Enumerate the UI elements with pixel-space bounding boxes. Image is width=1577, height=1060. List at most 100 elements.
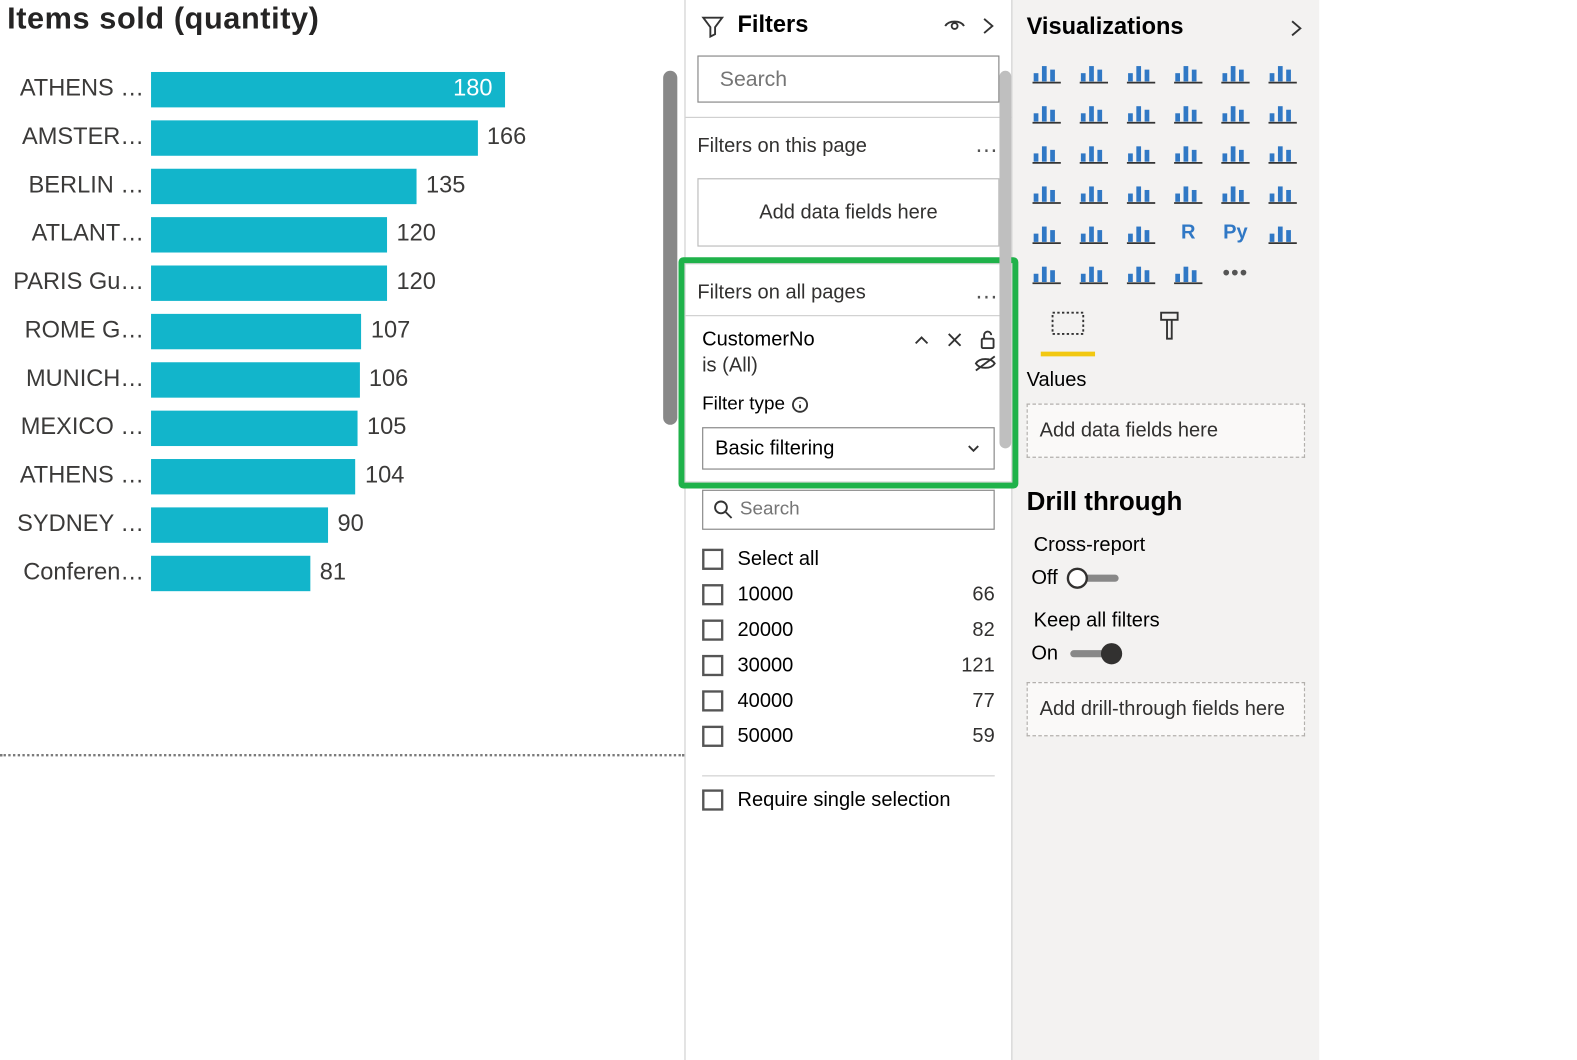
collapse-pane-icon[interactable]	[978, 14, 997, 38]
bar-fill[interactable]	[151, 71, 505, 106]
viz-r-icon[interactable]: R	[1168, 216, 1208, 249]
viz-py-icon[interactable]: Py	[1215, 216, 1255, 249]
filters-search[interactable]	[697, 55, 999, 102]
viz-decomposition-tree-icon[interactable]	[1027, 256, 1067, 289]
viz-line-icon[interactable]	[1027, 96, 1067, 129]
viz-funnel-icon[interactable]	[1074, 136, 1114, 169]
viz-stacked-bar-icon[interactable]	[1027, 55, 1067, 88]
viz-waterfall-icon[interactable]	[1027, 136, 1067, 169]
filter-value-label[interactable]: 10000	[737, 583, 958, 607]
bar-fill[interactable]	[151, 120, 477, 155]
bar-fill[interactable]	[151, 313, 361, 348]
viz-arcgis-icon[interactable]	[1168, 256, 1208, 289]
more-icon[interactable]: …	[975, 132, 1000, 159]
bar-value: 105	[367, 414, 406, 441]
bar-category: ATHENS …	[0, 76, 151, 103]
bar-category: ROME G…	[0, 317, 151, 344]
bar-fill[interactable]	[151, 265, 387, 300]
bar-fill[interactable]	[151, 458, 356, 493]
viz-treemap-icon[interactable]	[1263, 136, 1303, 169]
chevron-up-icon[interactable]	[912, 330, 931, 349]
info-icon[interactable]	[792, 396, 809, 413]
viz-slicer-icon[interactable]	[1027, 216, 1067, 249]
viz-clustered-column-icon[interactable]	[1168, 55, 1208, 88]
viz-stacked-column-icon[interactable]	[1074, 55, 1114, 88]
chart-title: Items sold (quantity)	[0, 0, 684, 44]
viz-scatter-icon[interactable]	[1121, 136, 1161, 169]
filter-value-label[interactable]: Select all	[737, 548, 980, 572]
clear-filter-icon[interactable]	[945, 330, 964, 349]
viz-area-icon[interactable]	[1074, 96, 1114, 129]
funnel-icon	[700, 12, 726, 38]
viz-pie-icon[interactable]	[1168, 136, 1208, 169]
chart-visual[interactable]: Items sold (quantity) ATHENS … 180 AMSTE…	[0, 0, 684, 873]
drill-through-dropzone[interactable]: Add drill-through fields here	[1027, 682, 1305, 736]
bar-fill[interactable]	[151, 507, 328, 542]
filters-scrollbar[interactable]	[999, 71, 1011, 449]
viz-ribbon-icon[interactable]	[1263, 96, 1303, 129]
keep-filters-toggle[interactable]	[1070, 650, 1120, 657]
fields-tab-icon	[1048, 308, 1088, 339]
viz-filled-map-icon[interactable]	[1074, 176, 1114, 209]
viz-matrix-icon[interactable]	[1121, 216, 1161, 249]
collapse-pane-icon[interactable]	[1286, 16, 1305, 40]
bar-fill[interactable]	[151, 362, 359, 397]
format-tab[interactable]	[1142, 308, 1196, 356]
require-single-checkbox[interactable]	[702, 789, 723, 810]
cross-report-toggle[interactable]	[1070, 575, 1120, 582]
filter-value-checkbox[interactable]	[702, 655, 723, 676]
viz-table-icon[interactable]	[1074, 216, 1114, 249]
viz-multi-row-card-icon[interactable]	[1215, 176, 1255, 209]
filter-value-checkbox[interactable]	[702, 690, 723, 711]
viz-key-influencers-icon[interactable]	[1263, 216, 1303, 249]
more-icon[interactable]: …	[975, 278, 1000, 305]
viz-card-icon[interactable]	[1168, 176, 1208, 209]
filter-card-customerno[interactable]: CustomerNo is (All) Filter type	[686, 315, 1012, 483]
lock-icon[interactable]	[978, 329, 997, 350]
filter-value-checkbox[interactable]	[702, 549, 723, 570]
keep-filters-label: Keep all filters	[1012, 602, 1319, 635]
filters-search-input[interactable]	[720, 67, 994, 92]
viz-more-icon[interactable]: •••	[1215, 256, 1255, 289]
viz-paginated-icon[interactable]	[1121, 256, 1161, 289]
filter-values-search[interactable]	[702, 490, 995, 530]
filter-value-count: 82	[972, 618, 994, 642]
bar-category: MUNICH…	[0, 366, 151, 393]
chart-scrollbar[interactable]	[663, 71, 677, 425]
bar-value: 135	[426, 172, 465, 199]
viz-donut-icon[interactable]	[1215, 136, 1255, 169]
bar-fill[interactable]	[151, 168, 417, 203]
viz-100-stacked-column-icon[interactable]	[1263, 55, 1303, 88]
filter-type-select[interactable]: Basic filtering	[702, 427, 995, 469]
viz-gauge-icon[interactable]	[1121, 176, 1161, 209]
bar-fill[interactable]	[151, 217, 387, 252]
bar-fill[interactable]	[151, 410, 357, 445]
viz-line-stacked-column-icon[interactable]	[1215, 96, 1255, 129]
viz-stacked-area-icon[interactable]	[1121, 96, 1161, 129]
bar-fill[interactable]	[151, 555, 310, 590]
filter-value-checkbox[interactable]	[702, 620, 723, 641]
filter-value-checkbox[interactable]	[702, 584, 723, 605]
viz-kpi-icon[interactable]	[1263, 176, 1303, 209]
filter-type-label: Filter type	[702, 394, 785, 415]
drill-through-title: Drill through	[1012, 470, 1319, 527]
page-filters-dropzone[interactable]: Add data fields here	[697, 178, 999, 246]
viz-clustered-bar-icon[interactable]	[1121, 55, 1161, 88]
filter-values-search-input[interactable]	[740, 499, 984, 520]
filter-value-label[interactable]: 20000	[737, 618, 958, 642]
hide-filter-icon[interactable]	[973, 354, 997, 373]
viz-qna-icon[interactable]	[1074, 256, 1114, 289]
fields-tab[interactable]	[1041, 308, 1095, 356]
format-tab-icon	[1154, 308, 1185, 343]
viz-100-stacked-bar-icon[interactable]	[1215, 55, 1255, 88]
filter-field-name: CustomerNo	[702, 328, 898, 352]
filter-value-label[interactable]: 30000	[737, 654, 947, 678]
filter-value-label[interactable]: 50000	[737, 725, 958, 749]
show-hidden-icon[interactable]	[943, 14, 967, 38]
viz-line-clustered-column-icon[interactable]	[1168, 96, 1208, 129]
filter-value-label[interactable]: 40000	[737, 689, 958, 713]
filter-value-checkbox[interactable]	[702, 726, 723, 747]
viz-map-icon[interactable]	[1027, 176, 1067, 209]
values-dropzone[interactable]: Add data fields here	[1027, 404, 1305, 458]
bar-value: 90	[337, 511, 363, 538]
